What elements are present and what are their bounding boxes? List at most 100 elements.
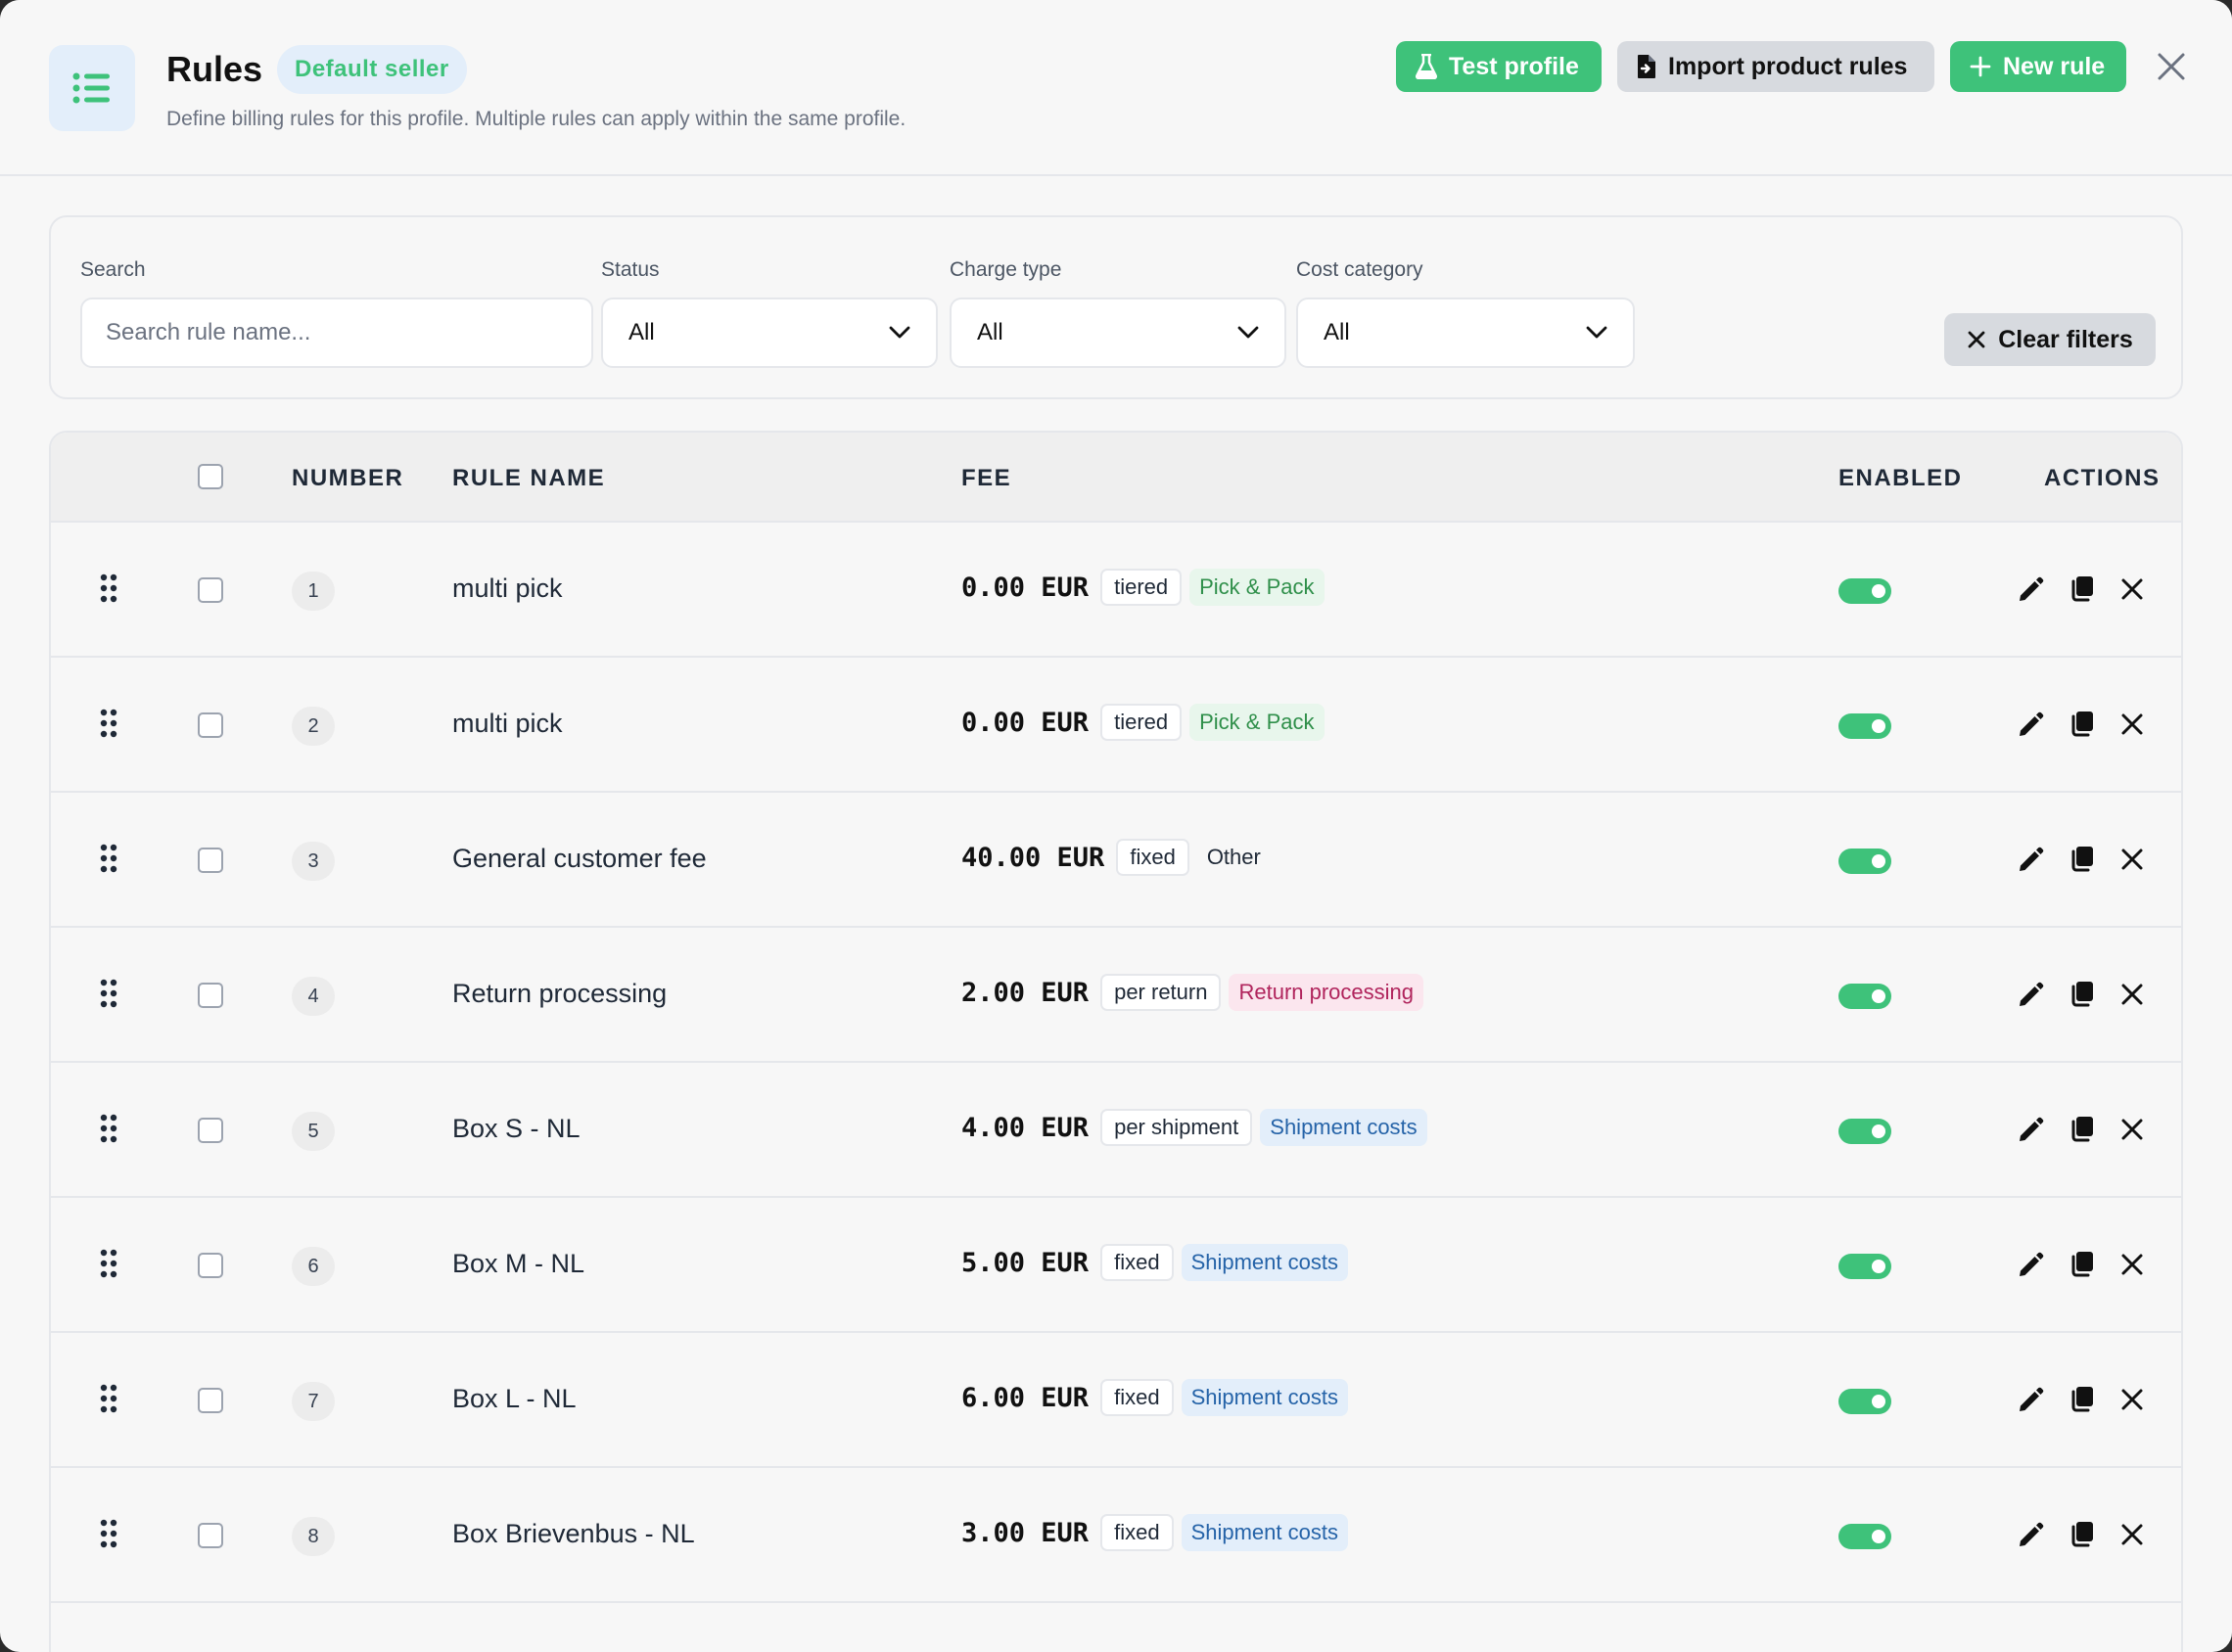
delete-x-icon[interactable]	[2116, 574, 2148, 605]
enabled-toggle[interactable]	[1838, 1389, 1891, 1414]
drag-handle-icon[interactable]	[100, 1114, 117, 1143]
copy-icon[interactable]	[2066, 1114, 2097, 1145]
row-checkbox[interactable]	[198, 1253, 223, 1278]
status-value: All	[628, 319, 655, 345]
delete-x-icon[interactable]	[2116, 979, 2148, 1010]
fee-cell: 3.00 EUR fixed Shipment costs	[961, 1513, 1348, 1552]
rule-number: 6	[292, 1247, 335, 1286]
pencil-icon[interactable]	[2015, 844, 2046, 875]
pencil-icon[interactable]	[2015, 979, 2046, 1010]
copy-icon[interactable]	[2066, 574, 2097, 605]
close-icon[interactable]	[2152, 47, 2191, 86]
copy-icon[interactable]	[2066, 1249, 2097, 1280]
rule-name: Return processing	[452, 979, 668, 1008]
table-row: 1 multi pick 0.00 EUR tiered Pick & Pack	[51, 523, 2181, 658]
row-checkbox[interactable]	[198, 848, 223, 873]
pencil-icon[interactable]	[2015, 1249, 2046, 1280]
rules-table: NUMBER RULE NAME FEE ENABLED ACTIONS 1 m…	[49, 431, 2183, 1652]
new-rule-label: New rule	[2003, 52, 2106, 80]
fee-amount: 3.00 EUR	[961, 1517, 1090, 1548]
page-subtitle: Define billing rules for this profile. M…	[166, 108, 907, 130]
drag-handle-icon[interactable]	[100, 574, 117, 603]
pencil-icon[interactable]	[2015, 1384, 2046, 1415]
delete-x-icon[interactable]	[2116, 1114, 2148, 1145]
fee-cell: 5.00 EUR fixed Shipment costs	[961, 1243, 1348, 1282]
fee-cell: 0.00 EUR tiered Pick & Pack	[961, 568, 1325, 607]
drag-handle-icon[interactable]	[100, 844, 117, 873]
delete-x-icon[interactable]	[2116, 1249, 2148, 1280]
search-input[interactable]	[80, 298, 593, 368]
drag-handle-icon[interactable]	[100, 979, 117, 1008]
page-title: Rules	[166, 49, 263, 89]
modal-header: Rules Default seller Define billing rule…	[0, 0, 2232, 176]
rule-number: 7	[292, 1382, 335, 1421]
status-label: Status	[601, 258, 660, 281]
cost-category-badge: Shipment costs	[1181, 1244, 1348, 1281]
table-row: 4 Return processing 2.00 EUR per return …	[51, 928, 2181, 1063]
rule-number: 8	[292, 1517, 335, 1556]
column-enabled: ENABLED	[1838, 465, 1963, 491]
fee-cell: 40.00 EUR fixed Other	[961, 838, 1271, 877]
copy-icon[interactable]	[2066, 844, 2097, 875]
table-row: 7 Box L - NL 6.00 EUR fixed Shipment cos…	[51, 1333, 2181, 1468]
pencil-icon[interactable]	[2015, 574, 2046, 605]
fee-cell: 6.00 EUR fixed Shipment costs	[961, 1378, 1348, 1417]
pencil-icon[interactable]	[2015, 709, 2046, 740]
charge-type-value: All	[977, 319, 1003, 345]
enabled-toggle[interactable]	[1838, 849, 1891, 874]
delete-x-icon[interactable]	[2116, 844, 2148, 875]
row-checkbox[interactable]	[198, 712, 223, 738]
rules-modal: Rules Default seller Define billing rule…	[0, 0, 2232, 1652]
delete-x-icon[interactable]	[2116, 1384, 2148, 1415]
charge-type-badge: tiered	[1100, 569, 1183, 606]
copy-icon[interactable]	[2066, 709, 2097, 740]
row-checkbox[interactable]	[198, 1388, 223, 1413]
cost-category-badge: Shipment costs	[1260, 1109, 1427, 1146]
row-checkbox[interactable]	[198, 983, 223, 1008]
clear-filters-button[interactable]: Clear filters	[1944, 313, 2156, 366]
cost-category-select[interactable]: All	[1296, 298, 1635, 368]
enabled-toggle[interactable]	[1838, 1254, 1891, 1279]
charge-type-badge: fixed	[1100, 1244, 1174, 1281]
test-profile-button[interactable]: Test profile	[1396, 41, 1602, 92]
rule-name: Box S - NL	[452, 1114, 581, 1143]
table-row: 3 General customer fee 40.00 EUR fixed O…	[51, 793, 2181, 928]
copy-icon[interactable]	[2066, 979, 2097, 1010]
row-checkbox[interactable]	[198, 1118, 223, 1143]
rule-name: Box M - NL	[452, 1249, 585, 1278]
pencil-icon[interactable]	[2015, 1114, 2046, 1145]
charge-type-badge: fixed	[1116, 839, 1189, 876]
seller-badge: Default seller	[277, 45, 467, 94]
enabled-toggle[interactable]	[1838, 1524, 1891, 1549]
drag-handle-icon[interactable]	[100, 1384, 117, 1413]
cost-category-badge: Shipment costs	[1181, 1514, 1348, 1551]
enabled-toggle[interactable]	[1838, 984, 1891, 1009]
fee-cell: 0.00 EUR tiered Pick & Pack	[961, 703, 1325, 742]
rule-number: 3	[292, 842, 335, 881]
pencil-icon[interactable]	[2015, 1519, 2046, 1550]
fee-amount: 2.00 EUR	[961, 977, 1090, 1008]
copy-icon[interactable]	[2066, 1519, 2097, 1550]
delete-x-icon[interactable]	[2116, 709, 2148, 740]
new-rule-button[interactable]: New rule	[1950, 41, 2126, 92]
import-product-rules-button[interactable]: Import product rules	[1617, 41, 1934, 92]
row-checkbox[interactable]	[198, 577, 223, 603]
rule-name: Box L - NL	[452, 1384, 577, 1413]
cost-category-badge: Pick & Pack	[1189, 569, 1325, 606]
charge-type-label: Charge type	[950, 258, 1062, 281]
drag-handle-icon[interactable]	[100, 1249, 117, 1278]
copy-icon[interactable]	[2066, 1384, 2097, 1415]
flask-icon	[1416, 54, 1437, 79]
status-select[interactable]: All	[601, 298, 938, 368]
drag-handle-icon[interactable]	[100, 1519, 117, 1548]
chevron-down-icon	[889, 326, 910, 339]
select-all-checkbox[interactable]	[198, 464, 223, 489]
chevron-down-icon	[1586, 326, 1607, 339]
drag-handle-icon[interactable]	[100, 709, 117, 738]
enabled-toggle[interactable]	[1838, 578, 1891, 604]
enabled-toggle[interactable]	[1838, 713, 1891, 739]
row-checkbox[interactable]	[198, 1523, 223, 1548]
enabled-toggle[interactable]	[1838, 1119, 1891, 1144]
delete-x-icon[interactable]	[2116, 1519, 2148, 1550]
charge-type-select[interactable]: All	[950, 298, 1286, 368]
